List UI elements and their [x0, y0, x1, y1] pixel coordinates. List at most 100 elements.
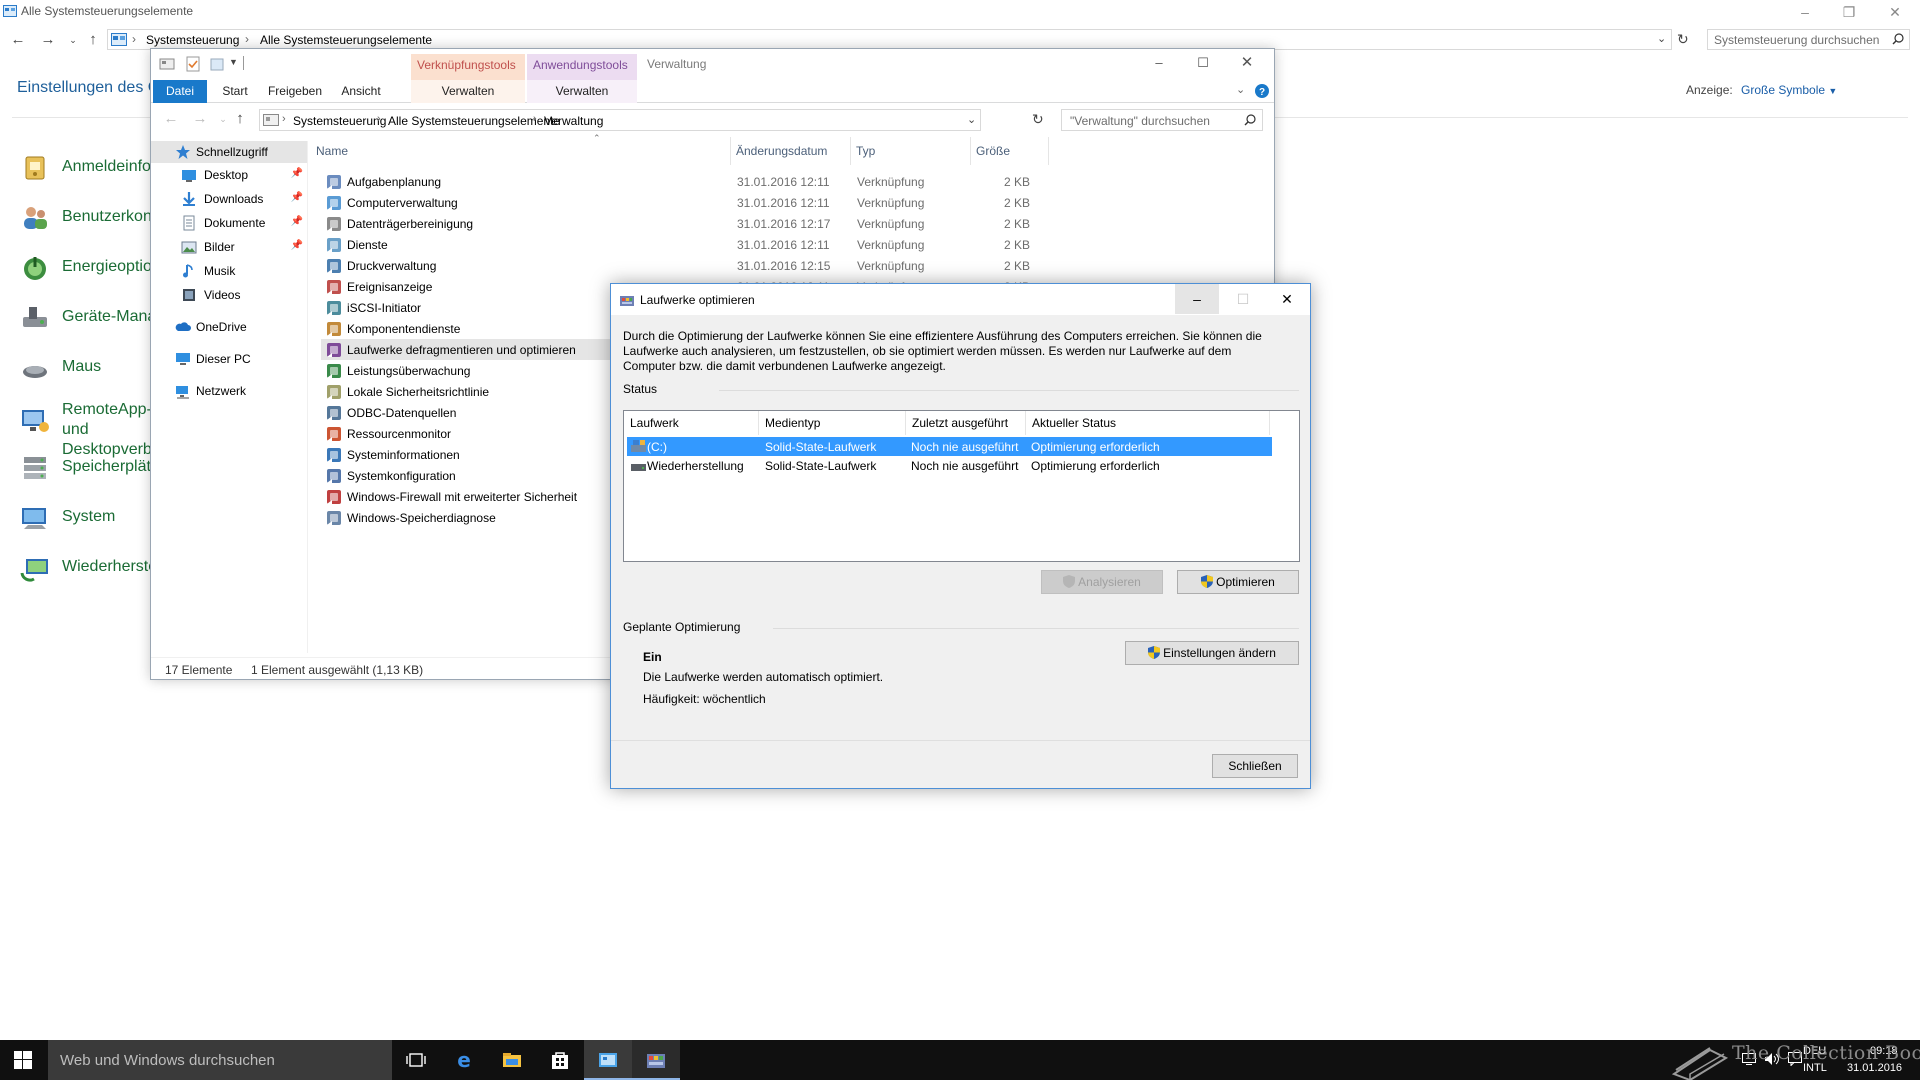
help-icon[interactable]: ? [1255, 84, 1269, 98]
minimize-button[interactable]: – [1782, 0, 1828, 24]
checklist-icon[interactable] [185, 56, 201, 72]
nav-item-this-pc[interactable]: Dieser PC [151, 348, 307, 370]
column-header-media-type[interactable]: Medientyp [759, 411, 906, 435]
recent-dropdown-icon[interactable]: ⌄ [64, 32, 82, 48]
nav-item-documents[interactable]: Dokumente 📌 [151, 212, 307, 234]
file-row[interactable]: Aufgabenplanung 31.01.2016 12:11 Verknüpfu… [321, 171, 1030, 192]
tab-manage-application[interactable]: Verwalten [527, 80, 637, 103]
edge-button[interactable]: e [440, 1040, 488, 1080]
maximize-button[interactable]: ☐ [1221, 284, 1265, 314]
close-button[interactable]: ✕ [1225, 52, 1269, 74]
restore-button[interactable]: ❐ [1826, 0, 1872, 24]
nav-item-downloads[interactable]: Downloads 📌 [151, 188, 307, 210]
documents-folder-icon [181, 215, 197, 231]
file-explorer-button[interactable] [488, 1040, 536, 1080]
defrag-taskbar-button[interactable] [632, 1040, 680, 1080]
cp-item-mouse[interactable]: Maus [20, 351, 160, 387]
search-input[interactable]: "Verwaltung" durchsuchen [1061, 109, 1263, 131]
recent-dropdown-icon[interactable]: ⌄ [214, 111, 232, 127]
refresh-icon[interactable]: ↻ [1677, 31, 1689, 48]
column-header-type[interactable]: Typ [851, 137, 971, 165]
column-header-date[interactable]: Änderungsdatum [731, 137, 851, 165]
chevron-down-icon[interactable]: ⌄ [1657, 32, 1666, 45]
address-bar[interactable]: › Systemsteuerung › Alle Systemsteuerung… [107, 29, 1672, 50]
cp-item-device-manager[interactable]: Geräte-Manager [20, 301, 179, 337]
optimize-button[interactable]: Optimieren [1177, 570, 1299, 594]
file-row[interactable]: Computerverwaltung 31.01.2016 12:11 Verknü… [321, 192, 1030, 213]
tab-view[interactable]: Ansicht [333, 80, 389, 103]
taskbar-search-input[interactable]: Web und Windows durchsuchen [48, 1040, 392, 1080]
file-row[interactable]: Druckverwaltung 31.01.2016 12:15 Verknüpfu… [321, 255, 1030, 276]
shortcut-icon [326, 258, 342, 274]
cp-item-user-accounts[interactable]: Benutzerkonten [20, 201, 174, 237]
control-panel-taskbar-button[interactable] [584, 1040, 632, 1080]
drive-row[interactable]: Wiederherstellung Solid-State-Laufwerk Noc… [627, 456, 1272, 475]
new-folder-icon[interactable] [209, 56, 225, 72]
search-input[interactable]: Systemsteuerung durchsuchen [1707, 29, 1910, 50]
shortcut-icon [326, 300, 342, 316]
nav-item-videos[interactable]: Videos [151, 284, 307, 306]
cp-item-storage-spaces[interactable]: Speicherplätze [20, 451, 168, 487]
column-header-size[interactable]: Größe [971, 137, 1049, 165]
tab-manage-shortcut[interactable]: Verwalten [411, 80, 525, 103]
breadcrumb-item[interactable]: Systemsteuerung [146, 33, 239, 47]
nav-item-music[interactable]: Musik [151, 260, 307, 282]
minimize-button[interactable]: – [1137, 52, 1181, 74]
cp-item-recovery[interactable]: Wiederherstellung [20, 551, 191, 587]
file-row[interactable]: Datenträgerbereinigung 31.01.2016 12:17 Ve… [321, 213, 1030, 234]
search-icon[interactable] [1244, 114, 1256, 126]
back-arrow-icon[interactable]: ← [162, 111, 180, 127]
pin-icon[interactable]: 📌 [291, 240, 303, 251]
pin-icon[interactable]: 📌 [291, 216, 303, 227]
file-name: Ereignisanzeige [347, 280, 433, 294]
cp-item-system[interactable]: System [20, 501, 160, 537]
nav-item-network[interactable]: Netzwerk [151, 380, 307, 402]
tab-home[interactable]: Start [213, 80, 257, 103]
nav-item-desktop[interactable]: Desktop 📌 [151, 164, 307, 186]
tab-file[interactable]: Datei [153, 80, 207, 103]
back-arrow-icon[interactable]: ← [9, 32, 27, 48]
breadcrumb-item[interactable]: Verwaltung [544, 114, 603, 128]
file-row[interactable]: Dienste 31.01.2016 12:11 Verknüpfung 2 KB [321, 234, 1030, 255]
view-dropdown[interactable]: Große Symbole ▼ [1741, 83, 1837, 97]
chevron-down-icon[interactable]: ⌄ [967, 113, 976, 126]
drive-row[interactable]: (C:) Solid-State-Laufwerk Noch nie ausgefü… [627, 437, 1272, 456]
analyze-button[interactable]: Analysieren [1041, 570, 1163, 594]
up-arrow-icon[interactable]: ↑ [231, 111, 249, 127]
column-header-name[interactable]: Name [311, 137, 731, 165]
forward-arrow-icon[interactable]: → [191, 111, 209, 127]
cp-item-remoteapp[interactable]: RemoteApp- und Desktopverbindungen [20, 399, 218, 458]
properties-icon[interactable] [159, 56, 175, 72]
task-view-button[interactable] [392, 1040, 440, 1080]
minimize-button[interactable]: – [1175, 284, 1219, 314]
nav-item-onedrive[interactable]: OneDrive [151, 316, 307, 338]
cp-item-credential-manager[interactable]: Anmeldeinformationsverwaltung [20, 151, 290, 187]
close-button[interactable]: ✕ [1265, 284, 1309, 314]
nav-item-pictures[interactable]: Bilder 📌 [151, 236, 307, 258]
start-button[interactable] [0, 1040, 48, 1080]
pin-icon[interactable]: 📌 [291, 168, 303, 179]
search-icon[interactable] [1892, 33, 1904, 45]
drive-icon [631, 459, 647, 472]
column-header-drive[interactable]: Laufwerk [624, 411, 759, 435]
maximize-button[interactable]: ☐ [1181, 52, 1225, 74]
up-arrow-icon[interactable]: ↑ [84, 32, 102, 48]
column-header-last-run[interactable]: Zuletzt ausgeführt [906, 411, 1026, 435]
close-dialog-button[interactable]: Schließen [1212, 754, 1298, 778]
cp-item-power-options[interactable]: Energieoptionen [20, 251, 179, 287]
breadcrumb-item[interactable]: Systemsteuerung [293, 114, 386, 128]
store-button[interactable] [536, 1040, 584, 1080]
change-settings-button[interactable]: Einstellungen ändern [1125, 641, 1299, 665]
nav-item-quick-access[interactable]: Schnellzugriff [151, 141, 307, 163]
qat-dropdown-icon[interactable]: ▼ [229, 57, 238, 67]
breadcrumb-item[interactable]: Alle Systemsteuerungselemente [260, 33, 432, 47]
tab-share[interactable]: Freigeben [263, 80, 327, 103]
close-button[interactable]: ✕ [1872, 0, 1918, 24]
forward-arrow-icon[interactable]: → [39, 32, 57, 48]
ribbon-expand-icon[interactable]: ⌄ [1236, 83, 1245, 96]
refresh-icon[interactable]: ↻ [1032, 111, 1044, 128]
pin-icon[interactable]: 📌 [291, 192, 303, 203]
system-drive-icon [631, 440, 647, 453]
address-bar[interactable]: › Systemsteuerung › Alle Systemsteuerung… [259, 109, 981, 131]
column-header-current-status[interactable]: Aktueller Status [1026, 411, 1270, 435]
